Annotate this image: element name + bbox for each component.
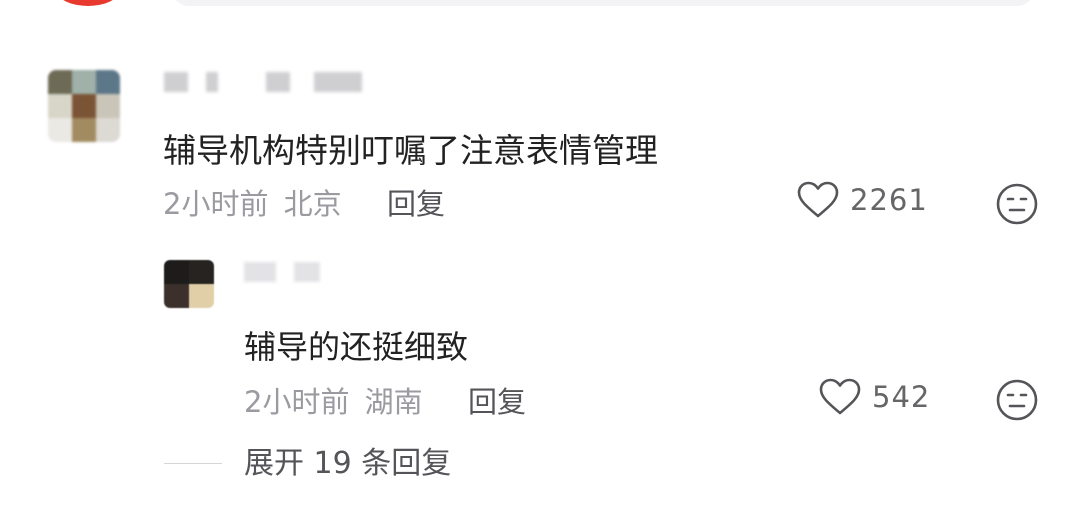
comment-text: 辅导机构特别叮嘱了注意表情管理: [163, 131, 658, 170]
comment-meta: 2小时前 北京: [163, 181, 342, 223]
top-avatar[interactable]: [58, 0, 118, 6]
neutral-face-icon[interactable]: [995, 378, 1039, 422]
heart-outline-icon: [819, 378, 861, 415]
comment-location: 北京: [283, 187, 342, 221]
expand-divider: [164, 463, 222, 464]
reply-avatar[interactable]: [164, 260, 214, 308]
reply-meta: 2小时前 湖南: [244, 379, 423, 421]
reply-like-count: 542: [872, 380, 931, 414]
reply-text: 辅导的还挺细致: [244, 328, 469, 366]
commenter-username[interactable]: [164, 72, 380, 92]
reply-like-button[interactable]: 542: [818, 377, 930, 417]
reply-button[interactable]: 回复: [387, 181, 445, 223]
reply-location: 湖南: [364, 385, 423, 419]
expand-replies-button[interactable]: 展开 19 条回复: [244, 438, 451, 482]
top-comment-input[interactable]: [172, 0, 1034, 6]
heart-outline-icon: [797, 181, 839, 218]
reply-time: 2小时前: [244, 385, 350, 419]
commenter-avatar[interactable]: [48, 70, 120, 142]
neutral-face-icon[interactable]: [995, 182, 1039, 226]
reply-to-reply-button[interactable]: 回复: [468, 379, 526, 421]
like-button[interactable]: 2261: [796, 180, 928, 220]
reply-username[interactable]: [244, 262, 338, 282]
comment-time: 2小时前: [163, 187, 269, 221]
like-count: 2261: [850, 183, 928, 217]
